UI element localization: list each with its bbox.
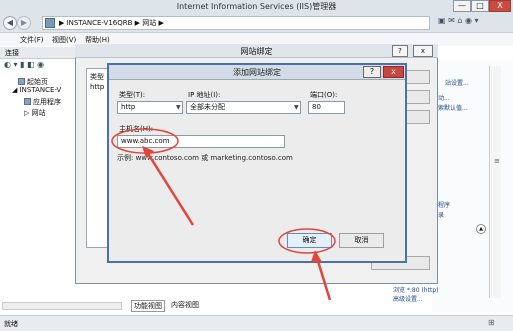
server-icon: [45, 18, 55, 28]
site-bindings-close-button[interactable]: x: [413, 45, 433, 57]
collapse-icon[interactable]: ▲: [476, 224, 486, 234]
binding-row-type[interactable]: http: [90, 83, 104, 91]
cancel-button[interactable]: 取消: [339, 233, 384, 248]
site-bindings-help-button[interactable]: ?: [392, 45, 408, 57]
action-link[interactable]: 索默认值...: [438, 103, 468, 112]
tree-item-sites[interactable]: ▷ 网站: [24, 108, 46, 118]
host-name-input[interactable]: www.abc.com: [117, 135, 285, 148]
tree-item-label: 应用程序: [33, 98, 61, 106]
status-text: 就绪: [4, 320, 18, 328]
tab-content-view[interactable]: 内容视图: [171, 300, 199, 310]
maximize-button[interactable]: □: [471, 0, 489, 12]
forward-button[interactable]: ▶: [17, 16, 31, 30]
ip-address-label: IP 地址(I):: [188, 91, 221, 99]
column-header-type: 类型: [90, 73, 104, 81]
actions-scrollbar[interactable]: [489, 66, 501, 298]
action-link-browse[interactable]: 浏览 *:80 (http): [393, 285, 438, 294]
type-label: 类型(T):: [119, 91, 146, 99]
window-title: Internet Information Services (IIS)管理器: [176, 2, 337, 11]
host-example-text: 示例: www.contoso.com 或 marketing.contoso.…: [117, 154, 293, 162]
status-bar: [0, 315, 513, 331]
action-link[interactable]: 动...: [438, 93, 450, 102]
action-link[interactable]: 录: [438, 210, 444, 219]
type-select[interactable]: http: [117, 101, 183, 114]
resize-grip-icon: ⊞: [488, 318, 495, 327]
add-binding-close-button[interactable]: x: [383, 66, 404, 78]
tree-item-label: ◢ INSTANCE-V: [12, 86, 62, 94]
tree-item-server[interactable]: ◢ INSTANCE-V: [12, 86, 61, 94]
tree-item-app-pools[interactable]: 应用程序: [24, 97, 61, 107]
minimize-button[interactable]: —: [453, 0, 471, 12]
add-binding-title: 添加网站绑定: [233, 68, 281, 77]
tree-scrollbar[interactable]: [2, 302, 122, 310]
chevron-down-icon[interactable]: ▼: [176, 104, 181, 111]
start-page-icon: [18, 78, 25, 85]
ok-button[interactable]: 确定: [287, 233, 332, 248]
port-input[interactable]: 80: [308, 101, 345, 114]
tab-features-view[interactable]: 功能视图: [131, 300, 165, 312]
back-button[interactable]: ◀: [3, 16, 17, 30]
site-bindings-title: 网站绑定: [240, 47, 273, 56]
connections-toolbar[interactable]: ◐ ▾ ▮ ◧ ◉: [4, 60, 79, 72]
action-link-advanced[interactable]: 高级设置...: [393, 294, 423, 303]
menu-view[interactable]: 视图(V): [52, 35, 76, 45]
close-window-button[interactable]: X: [489, 0, 511, 12]
menu-file[interactable]: 文件(F): [20, 35, 44, 45]
scroll-marker-icon: ≡: [494, 157, 500, 165]
breadcrumb[interactable]: ▶ INSTANCE-V16QRB ▶ 网站 ▶: [42, 16, 430, 30]
tree-item-label: 起始页: [27, 78, 48, 86]
host-name-label: 主机名(H):: [119, 125, 154, 133]
port-label: 端口(O):: [310, 91, 338, 99]
action-link[interactable]: 程序: [438, 200, 450, 209]
toolbar-icons[interactable]: ▣ ✉ ⌂ ◉ ▾: [438, 16, 479, 30]
app-pool-icon: [24, 98, 31, 105]
ip-address-select[interactable]: 全部未分配: [186, 101, 301, 114]
chevron-down-icon[interactable]: ▼: [294, 104, 299, 111]
add-binding-help-button[interactable]: ?: [363, 66, 381, 78]
tree-item-label: ▷ 网站: [24, 109, 46, 117]
action-link[interactable]: 站设置...: [445, 78, 469, 87]
